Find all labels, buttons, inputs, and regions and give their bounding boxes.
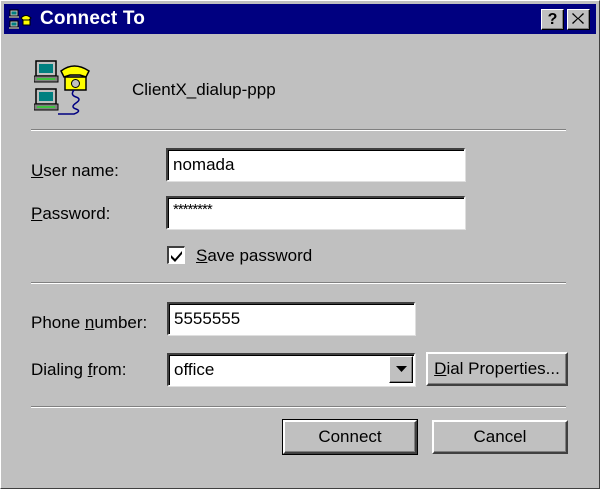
- username-field[interactable]: nomada: [166, 148, 465, 181]
- separator-middle: [31, 282, 566, 284]
- username-label: User name:: [31, 161, 119, 180]
- connection-name: ClientX_dialup-ppp: [132, 80, 276, 99]
- dialup-computers-phone-icon: [34, 60, 90, 115]
- dialing-from-label: Dialing from:: [31, 360, 127, 379]
- checkmark-icon: [171, 251, 182, 262]
- close-button[interactable]: [567, 9, 590, 30]
- dial-properties-button[interactable]: Dial Properties...: [426, 352, 568, 386]
- password-value: ********: [173, 201, 213, 218]
- dialing-from-dropdown-button[interactable]: [389, 356, 413, 383]
- dialup-networking-icon: [9, 9, 32, 29]
- phone-number-value: 5555555: [174, 309, 241, 328]
- window-title: Connect To: [40, 8, 146, 29]
- password-field[interactable]: ********: [166, 196, 465, 229]
- connect-button[interactable]: Connect: [282, 419, 418, 455]
- save-password-label[interactable]: Save password: [196, 246, 312, 266]
- separator-bottom: [31, 406, 566, 408]
- phone-number-field[interactable]: 5555555: [167, 302, 415, 335]
- dialing-from-value: office: [174, 360, 215, 379]
- dialing-from-select[interactable]: office: [167, 353, 415, 386]
- username-value: nomada: [173, 155, 235, 174]
- help-button[interactable]: ?: [541, 9, 564, 30]
- connect-to-dialog: Connect To ? ClientX_dialup-ppp User nam…: [0, 0, 600, 489]
- separator-top: [31, 129, 566, 131]
- chevron-down-icon: [396, 366, 407, 372]
- password-label: Password:: [31, 204, 111, 223]
- phone-number-label: Phone number:: [31, 313, 148, 332]
- save-password-checkbox[interactable]: [167, 246, 185, 264]
- cancel-button[interactable]: Cancel: [432, 420, 568, 454]
- title-bar[interactable]: Connect To ?: [4, 4, 596, 34]
- close-icon: [572, 13, 584, 24]
